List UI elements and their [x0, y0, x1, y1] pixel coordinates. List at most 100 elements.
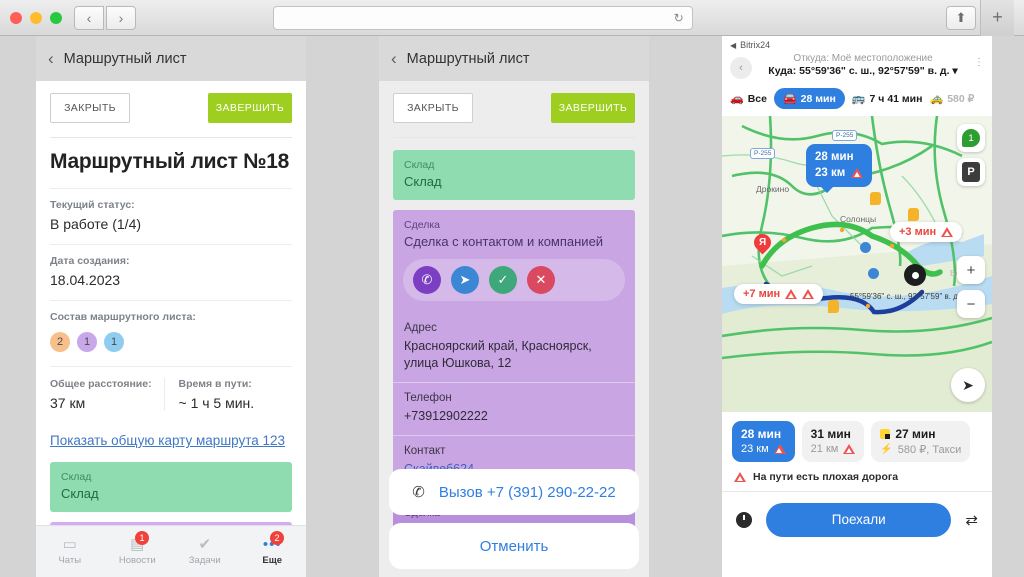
- close-button[interactable]: ЗАКРЫТЬ: [50, 93, 130, 123]
- map-back-button[interactable]: ‹: [730, 57, 752, 79]
- mode-transit[interactable]: 🚌 7 ч 41 мин: [852, 92, 923, 106]
- address-bar[interactable]: ↻: [272, 5, 693, 30]
- origin-label: Откуда: Моё местоположение: [793, 53, 933, 64]
- zoom-in-button[interactable]: +: [957, 256, 985, 284]
- navigate-action-button[interactable]: ➤: [451, 266, 479, 294]
- warehouse-card[interactable]: Склад Склад: [393, 150, 635, 200]
- close-button[interactable]: ЗАКРЫТЬ: [393, 93, 473, 123]
- parking-toggle-button[interactable]: P: [957, 158, 985, 186]
- tab-label: Чаты: [58, 555, 82, 566]
- forward-button[interactable]: ›: [106, 5, 136, 30]
- destination-row: ‹ Откуда: Моё местоположение Куда: 55°59…: [730, 50, 984, 83]
- document-title: Маршрутный лист №18: [50, 150, 290, 173]
- new-tab-button[interactable]: +: [979, 0, 1014, 36]
- card-kind: Склад: [61, 471, 92, 483]
- plus3-delay-badge[interactable]: +3 мин: [890, 222, 963, 242]
- phone-label: Телефон: [404, 391, 452, 404]
- tab-chats[interactable]: ▭ Чаты: [36, 526, 104, 577]
- poi-marker[interactable]: [908, 208, 919, 221]
- taxi-icon: [880, 429, 891, 439]
- middle-header: ‹ Маршрутный лист: [379, 36, 649, 81]
- minimize-window-button[interactable]: [30, 11, 42, 24]
- call-action-button[interactable]: ✆: [413, 266, 441, 294]
- kebab-menu-icon[interactable]: ⋮: [974, 58, 984, 68]
- tab-tasks[interactable]: ✔ Задачи: [171, 526, 239, 577]
- cancel-button[interactable]: Отменить: [389, 523, 639, 569]
- status-field: Текущий статус: В работе (1/4): [50, 189, 292, 244]
- back-chevron-icon[interactable]: ‹: [48, 50, 54, 67]
- destination-marker[interactable]: [904, 264, 926, 286]
- phone-value[interactable]: +73912902222: [404, 408, 624, 425]
- bad-road-warning-icon: [843, 444, 856, 454]
- tab-more[interactable]: 2 ••• Еще: [239, 526, 307, 577]
- chevron-right-icon: ›: [118, 9, 124, 26]
- transport-mode-tabs: 🚗 Все 🚘 28 мин 🚌 7 ч 41 мин 🚕 580 ₽: [730, 83, 984, 116]
- sliders-icon[interactable]: ⇄: [965, 511, 978, 529]
- plus7-delay-badge[interactable]: +7 мин: [734, 284, 824, 304]
- return-to-app-link[interactable]: ◀ Bitrix24: [730, 40, 984, 50]
- maximize-window-button[interactable]: [50, 11, 62, 24]
- route-time-bubble[interactable]: 28 мин 23 км: [806, 144, 873, 194]
- poi-marker[interactable]: [868, 268, 879, 279]
- place-label: Солонцы: [840, 214, 877, 224]
- poi-marker[interactable]: [828, 300, 839, 313]
- route-option[interactable]: 28 мин 23 км: [732, 421, 795, 462]
- left-action-row: ЗАКРЫТЬ ЗАВЕРШИТЬ: [36, 81, 306, 137]
- confirm-action-button[interactable]: ✓: [489, 266, 517, 294]
- plus7-label: +7 мин: [743, 288, 781, 300]
- taxi-icon: 🚕: [929, 93, 944, 105]
- chevron-down-icon[interactable]: ▾: [952, 65, 957, 77]
- destination-fields[interactable]: Откуда: Моё местоположение Куда: 55°59'3…: [758, 53, 968, 77]
- call-button[interactable]: ✆ Вызов +7 (391) 290-22-22: [389, 469, 639, 515]
- distance-value: 37 км: [50, 395, 86, 411]
- poi-marker[interactable]: [870, 192, 881, 205]
- composition-field: Состав маршрутного листа: 2 1 1: [50, 301, 292, 366]
- mode-all[interactable]: 🚗 Все: [730, 92, 767, 106]
- triangle-left-icon: ◀: [730, 40, 737, 50]
- warehouse-card[interactable]: Склад Склад: [50, 462, 292, 512]
- mode-car[interactable]: 🚘 28 мин: [773, 88, 845, 109]
- back-button[interactable]: ‹: [74, 5, 104, 30]
- poi-marker[interactable]: [860, 242, 871, 253]
- status-value: В работе (1/4): [50, 216, 142, 232]
- time-label: Время в пути:: [178, 378, 252, 390]
- map-canvas[interactable]: Р-255 Р-255 Дрокино Солонцы Берез 28 мин…: [722, 116, 992, 412]
- tab-news[interactable]: 1 ▤ Новости: [104, 526, 172, 577]
- go-button[interactable]: Поехали: [766, 502, 952, 537]
- card-name: Склад: [61, 486, 99, 501]
- time-field: Время в пути: ~ 1 ч 5 мин.: [163, 378, 293, 411]
- news-badge: 1: [135, 531, 149, 545]
- bad-road-note-label: На пути есть плохая дорога: [753, 471, 899, 483]
- cancel-action-button[interactable]: ✕: [527, 266, 555, 294]
- mode-taxi[interactable]: 🚕 580 ₽: [929, 92, 974, 106]
- created-value: 18.04.2023: [50, 272, 121, 288]
- bad-road-warning-icon: [785, 289, 798, 299]
- page-title: Маршрутный лист: [63, 50, 187, 67]
- bubble-distance: 23 км: [815, 166, 846, 179]
- clock-icon[interactable]: [736, 511, 752, 528]
- left-header: ‹ Маршрутный лист: [36, 36, 306, 81]
- show-route-map-link[interactable]: Показать общую карту маршрута 123: [50, 423, 292, 462]
- traffic-toggle-button[interactable]: 1: [957, 124, 985, 152]
- share-button[interactable]: ⬆: [945, 5, 976, 30]
- destination-label: Куда: 55°59'36" с. ш., 92°57'59" в. д. ▾: [758, 65, 968, 77]
- route-option-taxi[interactable]: 27 мин ⚡ 580 ₽, Такси: [871, 421, 971, 462]
- count-badge[interactable]: 1: [77, 332, 97, 352]
- zoom-out-button[interactable]: −: [957, 290, 985, 318]
- count-badge[interactable]: 1: [104, 332, 124, 352]
- count-badge[interactable]: 2: [50, 332, 70, 352]
- close-window-button[interactable]: [10, 11, 22, 24]
- bolt-icon: ⚡: [880, 444, 893, 455]
- composition-badges: 2 1 1: [50, 328, 292, 354]
- finish-button[interactable]: ЗАВЕРШИТЬ: [551, 93, 635, 123]
- route-distance: 23 км: [741, 443, 769, 455]
- back-chevron-icon[interactable]: ‹: [391, 50, 397, 67]
- created-label: Дата создания:: [50, 255, 130, 267]
- route-option[interactable]: 31 мин 21 км: [801, 421, 865, 462]
- card-kind: Склад: [404, 159, 435, 171]
- address-value: Красноярский край, Красноярск, улица Юшк…: [404, 339, 592, 370]
- finish-button[interactable]: ЗАВЕРШИТЬ: [208, 93, 292, 123]
- locate-me-button[interactable]: ➤: [951, 368, 985, 402]
- card-kind: Сделка: [404, 219, 440, 231]
- reload-icon[interactable]: ↻: [674, 11, 684, 25]
